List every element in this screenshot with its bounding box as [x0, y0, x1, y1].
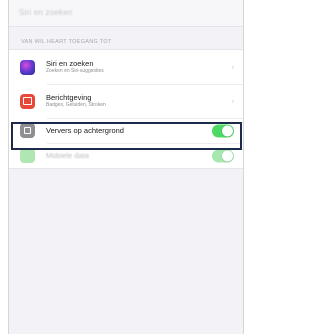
toggle-knob [222, 150, 233, 161]
settings-group: Siri en zoeken Zoeken en Siri-suggesties… [9, 49, 243, 169]
row-text: Ververs op achtergrond [46, 126, 124, 135]
row-subtitle: Zoeken en Siri-suggesties [46, 68, 104, 74]
row-siri-search[interactable]: Siri en zoeken Zoeken en Siri-suggesties… [9, 50, 243, 84]
chevron-right-icon: › [231, 62, 234, 72]
toggle-knob [222, 125, 233, 136]
background-refresh-toggle[interactable] [212, 124, 234, 137]
row-text: Mobiele data [46, 151, 89, 160]
cellular-data-toggle[interactable] [212, 149, 234, 162]
row-title: Siri en zoeken [46, 59, 94, 68]
row-title: Mobiele data [46, 151, 89, 160]
row-notifications[interactable]: Berichtgeving Badges, Geluiden, Stroken … [9, 84, 243, 118]
row-title: Ververs op achtergrond [46, 126, 124, 135]
section-header: Van Wil Heart toegang tot [21, 39, 112, 45]
row-background-refresh: Ververs op achtergrond [9, 118, 243, 143]
siri-icon [20, 59, 35, 75]
notification-icon [20, 93, 35, 109]
row-cellular-data: Mobiele data [9, 143, 243, 168]
chevron-right-icon: › [231, 96, 234, 106]
row-subtitle: Badges, Geluiden, Stroken [46, 102, 106, 108]
row-text: Siri en zoeken Zoeken en Siri-suggesties [46, 59, 104, 75]
row-text: Berichtgeving Badges, Geluiden, Stroken [46, 93, 106, 109]
navigation-bar: Siri en zoeken [9, 0, 243, 27]
background-refresh-icon [20, 123, 35, 138]
cellular-data-icon [20, 148, 35, 163]
settings-screen: Siri en zoeken Van Wil Heart toegang tot… [8, 0, 244, 334]
nav-title: Siri en zoeken [19, 8, 73, 17]
row-title: Berichtgeving [46, 93, 92, 102]
